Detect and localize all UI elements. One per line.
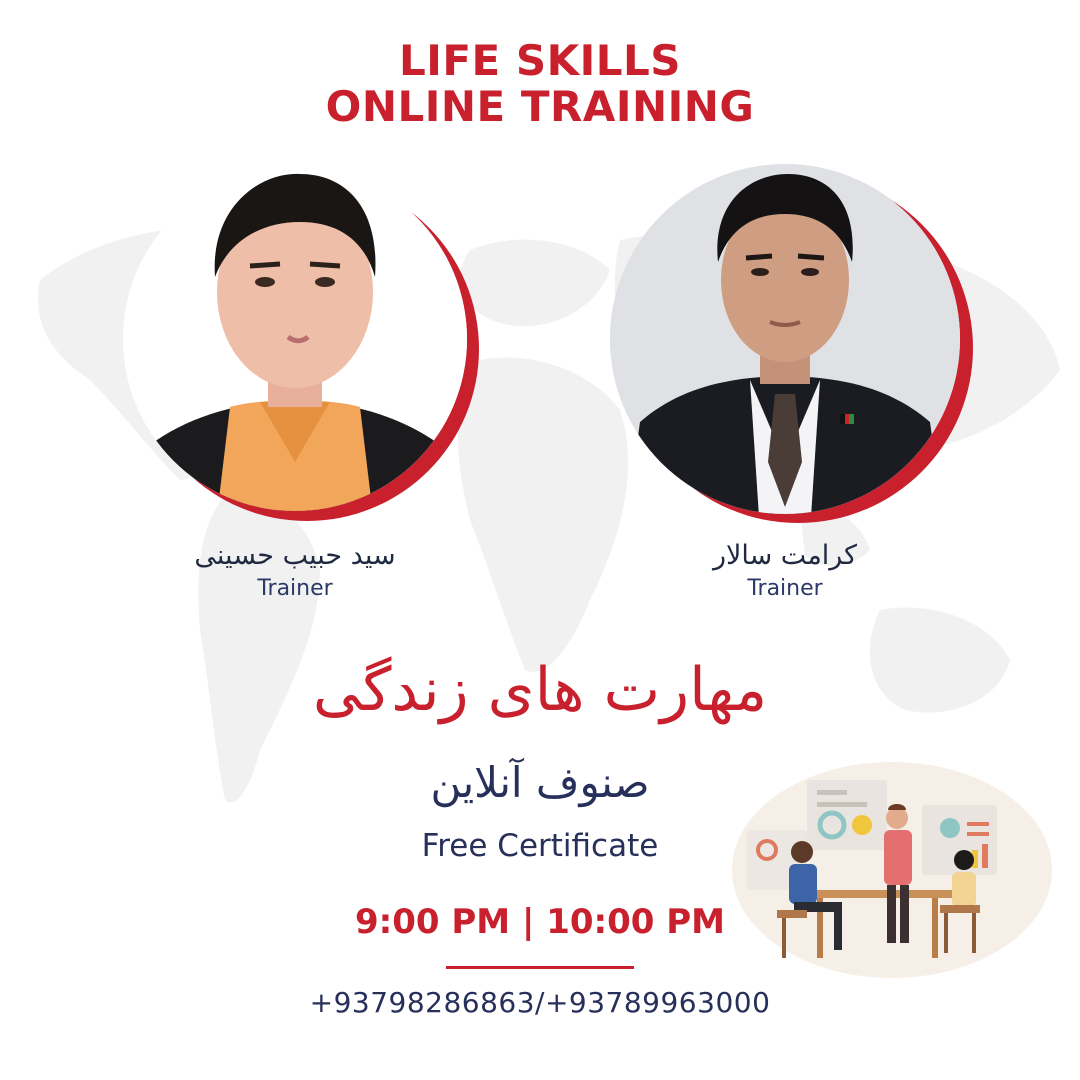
session-time: 9:00 PM | 10:00 PM — [354, 902, 726, 942]
trainer-name-right: کرامت سالار — [712, 540, 858, 571]
team-meeting-illustration-icon — [732, 762, 1052, 978]
trainer-photo-right — [600, 162, 980, 532]
trainer-photo-left — [110, 162, 490, 532]
trainer-role-left: Trainer — [257, 576, 333, 601]
divider-line — [446, 966, 634, 969]
course-subtitle-fa: صنوف آنلاین — [430, 758, 650, 807]
page-title-line-1: LIFE SKILLS — [398, 36, 682, 85]
page-title-line-2: ONLINE TRAINING — [325, 82, 755, 131]
free-certificate-label: Free Certificate — [421, 828, 659, 864]
trainer-name-left: سید حبیب حسینی — [194, 540, 396, 571]
trainer-role-right: Trainer — [747, 576, 823, 601]
contact-phone: +93798286863/+93789963000 — [309, 986, 771, 1019]
course-title-fa: مهارت های زندگی — [312, 655, 768, 725]
